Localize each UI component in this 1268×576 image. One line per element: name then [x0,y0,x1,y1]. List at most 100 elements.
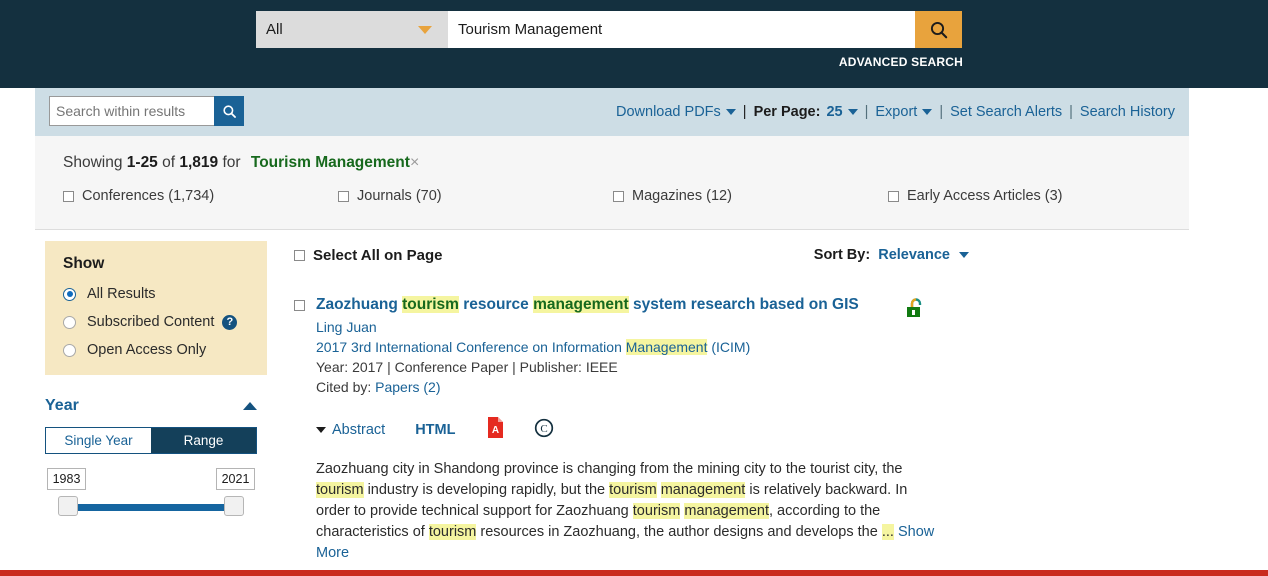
venue-segment: 2017 3rd International Conference on Inf… [316,339,626,355]
facet-magazines[interactable]: Magazines (12) [613,188,888,204]
per-page-label: Per Page: [754,104,821,120]
cited-by-link[interactable]: Papers (2) [375,379,440,395]
result-title-link[interactable]: Zaozhuang tourism resource management sy… [316,295,1189,314]
export-link[interactable]: Export [875,104,917,120]
abstract-segment: Zaozhuang city in Shandong province is c… [316,461,903,477]
open-lock-icon [905,297,927,326]
cited-by-label: Cited by: [316,379,371,395]
abstract-segment-highlight: tourism [316,482,364,498]
year-tab-single[interactable]: Single Year [46,428,151,453]
facet-label: Magazines (12) [632,188,732,204]
copyright-icon[interactable]: C [534,418,554,443]
year-range-inputs: 1983 2021 [45,468,257,492]
showing-prefix: Showing [63,154,122,171]
slider-handle-min[interactable] [58,496,78,516]
checkbox-icon[interactable] [613,191,624,202]
chevron-down-icon[interactable] [848,109,858,115]
checkbox-icon[interactable] [63,191,74,202]
search-button[interactable] [915,11,962,48]
search-input[interactable] [448,11,915,48]
set-search-alerts-link[interactable]: Set Search Alerts [950,104,1062,120]
year-range-slider[interactable] [45,496,257,518]
facets-strip: Showing 1-25 of 1,819 for Tourism Manage… [35,136,1189,230]
chevron-up-icon[interactable] [243,402,257,410]
footer-accent-bar [0,570,1268,576]
year-panel-title: Year [45,397,79,415]
html-link[interactable]: HTML [415,422,455,438]
sort-by-value[interactable]: Relevance [878,247,950,263]
showing-summary: Showing 1-25 of 1,819 for Tourism Manage… [63,154,419,172]
result-body: Zaozhuang tourism resource management sy… [316,295,1189,395]
slider-track [65,504,237,511]
result-item: Zaozhuang tourism resource management sy… [294,295,1189,395]
site-header: All ADVANCED SEARCH [0,0,1268,88]
year-min-input[interactable]: 1983 [47,468,86,490]
show-panel-title: Show [63,255,267,273]
title-segment-highlight: management [533,296,629,313]
search-scope-dropdown[interactable]: All [256,11,448,48]
showing-for: for [222,154,240,171]
result-actions: Abstract HTML A C [316,417,1189,443]
search-within-input[interactable] [49,96,214,126]
search-icon [929,20,949,40]
result-abstract: Zaozhuang city in Shandong province is c… [316,459,941,564]
facet-conferences[interactable]: Conferences (1,734) [63,188,338,204]
abstract-toggle[interactable]: Abstract [316,422,385,438]
year-max-input[interactable]: 2021 [216,468,255,490]
results-column: Select All on Page Sort By: Relevance [276,241,1189,564]
result-checkbox[interactable] [294,300,305,311]
facet-label: Early Access Articles (3) [907,188,1063,204]
abstract-segment-highlight: management [684,503,769,519]
sort-by-control[interactable]: Sort By: Relevance [814,247,969,263]
year-filter-panel: Year Single Year Range 1983 2021 [45,375,267,518]
facet-label: Journals (70) [357,188,442,204]
search-history-link[interactable]: Search History [1080,104,1175,120]
chevron-down-icon[interactable] [922,109,932,115]
content-type-facets: Conferences (1,734) Journals (70) Magazi… [63,188,1118,204]
pdf-icon[interactable]: A [487,417,504,443]
search-icon [222,104,237,119]
per-page-value[interactable]: 25 [826,104,842,120]
chevron-down-icon[interactable] [726,109,736,115]
chevron-down-icon[interactable] [959,252,969,258]
help-icon[interactable]: ? [222,315,237,330]
show-option-label: Subscribed Content [87,314,214,330]
facet-journals[interactable]: Journals (70) [338,188,613,204]
filters-sidebar: Show All Results Subscribed Content ? Op… [45,241,276,564]
title-segment: Zaozhuang [316,296,402,313]
show-option-open-access-only[interactable]: Open Access Only [63,342,267,358]
show-option-all-results[interactable]: All Results [63,286,267,302]
checkbox-icon[interactable] [338,191,349,202]
close-icon[interactable]: × [410,154,419,171]
chevron-down-icon [316,427,326,433]
year-panel-header[interactable]: Year [45,397,257,427]
title-segment: resource [459,296,533,313]
select-all-on-page[interactable]: Select All on Page [294,247,443,264]
radio-icon[interactable] [63,316,76,329]
result-authors[interactable]: Ling Juan [316,319,1189,335]
toolbar-separator: | [939,104,943,120]
abstract-segment-highlight: tourism [429,524,477,540]
toolbar-separator: | [865,104,869,120]
radio-icon[interactable] [63,288,76,301]
showing-range: 1-25 [127,154,158,171]
show-filter-panel: Show All Results Subscribed Content ? Op… [45,241,267,375]
search-within-button[interactable] [214,96,244,126]
checkbox-icon[interactable] [294,250,305,261]
radio-icon[interactable] [63,344,76,357]
abstract-label: Abstract [332,422,385,438]
download-pdfs-link[interactable]: Download PDFs [616,104,721,120]
slider-handle-max[interactable] [224,496,244,516]
show-option-subscribed-content[interactable]: Subscribed Content ? [63,314,267,330]
show-option-label: Open Access Only [87,342,206,358]
facet-early-access[interactable]: Early Access Articles (3) [888,188,1063,204]
year-tab-range[interactable]: Range [151,428,256,453]
advanced-search-link[interactable]: ADVANCED SEARCH [839,55,963,69]
checkbox-icon[interactable] [888,191,899,202]
result-venue[interactable]: 2017 3rd International Conference on Inf… [316,339,1189,355]
abstract-segment-highlight: management [661,482,746,498]
showing-of: of [162,154,175,171]
title-segment-highlight: tourism [402,296,459,313]
toolbar-separator: | [1069,104,1073,120]
year-mode-toggle: Single Year Range [45,427,257,454]
